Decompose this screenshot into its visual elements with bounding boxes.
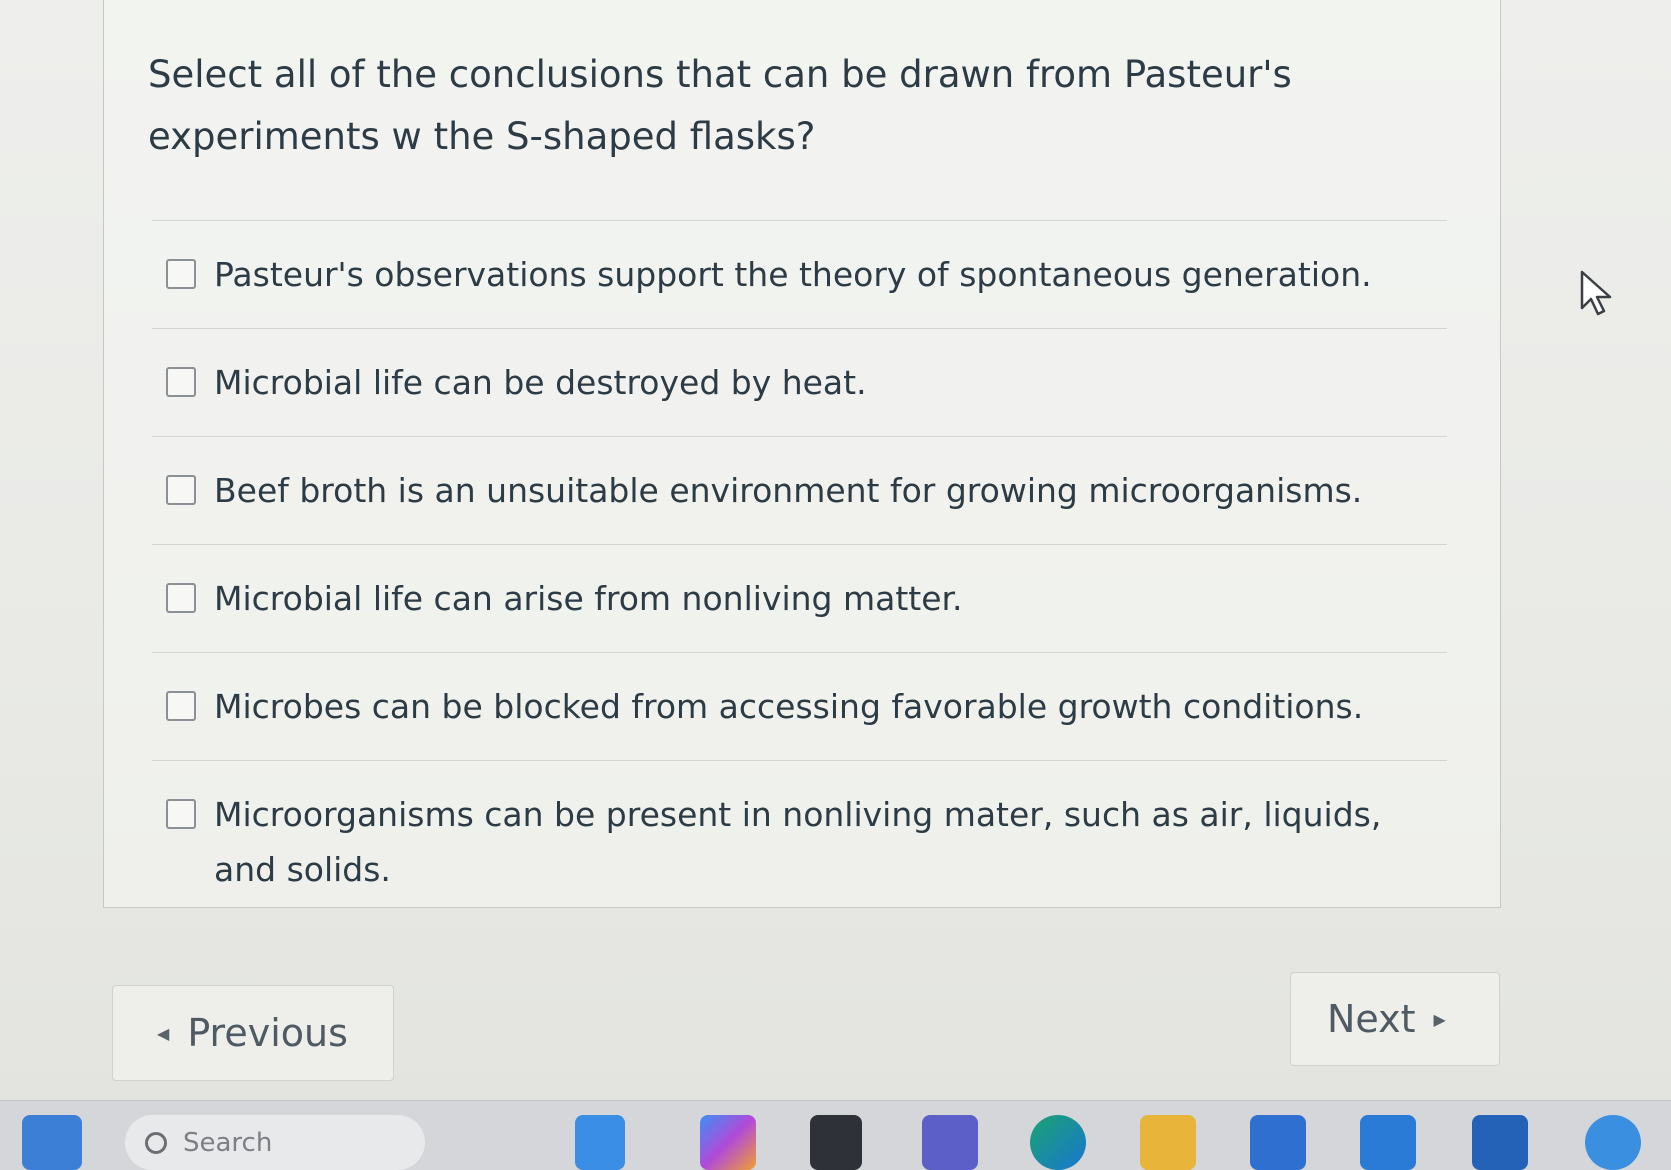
- answer-option[interactable]: Microbial life can be destroyed by heat.: [152, 328, 1447, 436]
- answer-checkbox[interactable]: [166, 691, 196, 721]
- mouse-pointer-icon: [1580, 270, 1612, 316]
- sync-icon[interactable]: [1585, 1115, 1641, 1170]
- teams-icon[interactable]: [922, 1115, 978, 1170]
- search-icon: [145, 1131, 167, 1154]
- answer-option[interactable]: Beef broth is an unsuitable environment …: [152, 436, 1447, 544]
- task-view-icon[interactable]: [810, 1115, 862, 1170]
- answer-label: Microbes can be blocked from accessing f…: [214, 687, 1364, 726]
- answer-option[interactable]: Pasteur's observations support the theor…: [152, 220, 1447, 328]
- answer-checkbox[interactable]: [166, 367, 196, 397]
- previous-label: Previous: [187, 1011, 348, 1055]
- app-icon[interactable]: [1472, 1115, 1528, 1170]
- store-icon[interactable]: [1250, 1115, 1306, 1170]
- windows-start-icon[interactable]: [22, 1115, 82, 1170]
- next-button[interactable]: Next ▶: [1290, 972, 1500, 1066]
- answer-option[interactable]: Microbes can be blocked from accessing f…: [152, 652, 1447, 760]
- answer-list: Pasteur's observations support the theor…: [152, 220, 1447, 923]
- caret-right-icon: ▶: [1433, 1009, 1446, 1029]
- next-label: Next: [1327, 997, 1416, 1041]
- answer-checkbox[interactable]: [166, 799, 196, 829]
- taskbar-search[interactable]: Search: [125, 1115, 425, 1170]
- answer-option[interactable]: Microorganisms can be present in nonlivi…: [152, 760, 1447, 923]
- answer-label: Microbial life can be destroyed by heat.: [214, 363, 867, 402]
- caret-left-icon: ◀: [157, 1023, 170, 1043]
- copilot-icon[interactable]: [700, 1115, 756, 1170]
- answer-label: Microorganisms can be present in nonlivi…: [214, 795, 1382, 889]
- answer-checkbox[interactable]: [166, 259, 196, 289]
- answer-label: Pasteur's observations support the theor…: [214, 255, 1372, 294]
- widgets-icon[interactable]: [575, 1115, 625, 1170]
- search-placeholder: Search: [183, 1127, 273, 1158]
- previous-button[interactable]: ◀ Previous: [112, 985, 394, 1081]
- quiz-page: Select all of the conclusions that can b…: [0, 0, 1671, 1100]
- answer-checkbox[interactable]: [166, 475, 196, 505]
- answer-option[interactable]: Microbial life can arise from nonliving …: [152, 544, 1447, 652]
- file-explorer-icon[interactable]: [1140, 1115, 1196, 1170]
- answer-checkbox[interactable]: [166, 583, 196, 613]
- answer-label: Microbial life can arise from nonliving …: [214, 579, 963, 618]
- answer-label: Beef broth is an unsuitable environment …: [214, 471, 1363, 510]
- taskbar: Search: [0, 1100, 1671, 1170]
- edge-icon[interactable]: [1030, 1115, 1086, 1170]
- question-text: Select all of the conclusions that can b…: [148, 53, 1292, 158]
- mail-icon[interactable]: [1360, 1115, 1416, 1170]
